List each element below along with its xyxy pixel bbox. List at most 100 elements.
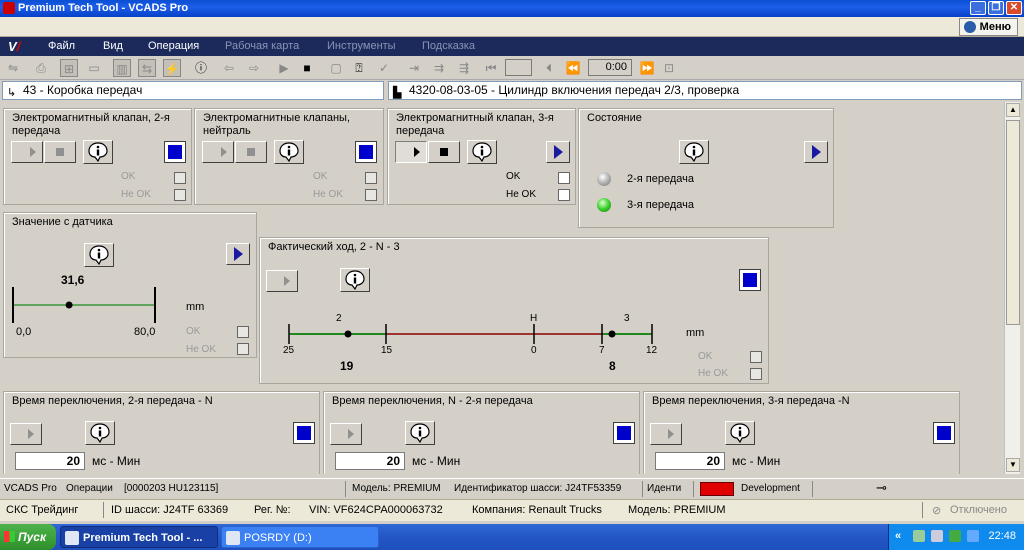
time-unit: мс - Мин <box>732 454 781 468</box>
start-button[interactable] <box>202 141 234 163</box>
prev-icon[interactable]: ⏴ <box>540 59 558 77</box>
function-group-field[interactable]: ↳ 43 - Коробка передач <box>2 81 384 100</box>
gear3-led <box>597 198 611 212</box>
chart-icon[interactable]: ▥ <box>113 59 131 77</box>
menu-view[interactable]: Вид <box>103 40 123 52</box>
tray-usb-icon[interactable] <box>967 530 979 542</box>
scroll-down-icon[interactable]: ▼ <box>1006 458 1020 472</box>
not-ok-checkbox[interactable] <box>237 343 249 355</box>
panel-valve-2nd-gear: Электромагнитный клапан, 2-я передача OK… <box>3 108 192 205</box>
close-button[interactable]: ✕ <box>1006 1 1022 15</box>
status-indicator <box>293 422 315 444</box>
start-button[interactable]: Пуск <box>0 524 56 550</box>
start-button[interactable] <box>266 270 298 292</box>
stop-button[interactable] <box>428 141 460 163</box>
chart-small-icon: ▙ <box>393 87 402 99</box>
print-icon[interactable]: ⎙ <box>32 59 50 77</box>
vertical-scrollbar[interactable]: ▲ ▼ <box>1004 102 1020 474</box>
not-ok-checkbox[interactable] <box>750 368 762 380</box>
taskbar-item-premium-tech-tool[interactable]: Premium Tech Tool - ... <box>60 526 218 548</box>
run-button[interactable] <box>804 141 828 163</box>
stop-icon[interactable]: ■ <box>298 59 316 77</box>
info-icon[interactable]: ⓘ <box>192 59 210 77</box>
info-button[interactable] <box>467 140 497 164</box>
panel-title: Значение с датчика <box>12 216 113 228</box>
start-button[interactable] <box>650 423 682 445</box>
task-label: POSRDY (D:) <box>244 532 312 544</box>
reg-number: Рег. №: <box>254 504 291 516</box>
swap-icon[interactable]: ⇆ <box>138 59 156 77</box>
window-title-bar[interactable]: Premium Tech Tool - VCADS Pro _ ❐ ✕ <box>0 0 1024 17</box>
start-button[interactable] <box>10 423 42 445</box>
info-button[interactable] <box>405 421 435 445</box>
flash-icon[interactable]: ⚡ <box>163 59 181 77</box>
info-button[interactable] <box>274 140 304 164</box>
ok-checkbox[interactable] <box>558 172 570 184</box>
tree-view-icon[interactable]: ⊞ <box>60 59 78 77</box>
restore-button[interactable]: ❐ <box>988 1 1004 15</box>
minimize-button[interactable]: _ <box>970 1 986 15</box>
min-time-input[interactable]: 20 <box>15 452 85 470</box>
info-button[interactable] <box>83 140 113 164</box>
info-button[interactable] <box>84 243 114 267</box>
fast-forward-icon[interactable]: ⏩ <box>638 59 656 77</box>
min-time-input[interactable]: 20 <box>335 452 405 470</box>
step-icon[interactable]: ⇥ <box>405 59 423 77</box>
panel-title: Время переключения, N - 2-я передача <box>332 395 533 407</box>
not-ok-checkbox[interactable] <box>558 189 570 201</box>
menu-tools[interactable]: Инструменты <box>327 40 396 52</box>
ok-checkbox[interactable] <box>365 172 377 184</box>
operation-field[interactable]: ▙ 4320-08-03-05 - Цилиндр включения пере… <box>388 81 1022 100</box>
play-icon[interactable]: ▶ <box>275 59 293 77</box>
menu-file[interactable]: Файл <box>48 40 75 52</box>
check-icon[interactable]: ✓ <box>375 59 393 77</box>
forward-icon[interactable]: ⇨ <box>245 59 263 77</box>
stop-button[interactable] <box>235 141 267 163</box>
menu-operation[interactable]: Операция <box>148 40 199 52</box>
panel-title: Электромагнитный клапан, 3-я передача <box>396 112 554 137</box>
time-unit: мс - Мин <box>412 454 461 468</box>
start-button[interactable] <box>11 141 43 163</box>
run-button[interactable] <box>546 141 570 163</box>
run-button[interactable] <box>226 243 250 265</box>
ok-checkbox[interactable] <box>750 351 762 363</box>
taskbar-item-drive[interactable]: POSRDY (D:) <box>221 526 379 548</box>
not-ok-checkbox[interactable] <box>174 189 186 201</box>
tray-network-icon[interactable] <box>913 530 925 542</box>
info-button[interactable] <box>340 268 370 292</box>
ok-checkbox[interactable] <box>237 326 249 338</box>
step2-icon[interactable]: ⇉ <box>430 59 448 77</box>
info-button[interactable] <box>725 421 755 445</box>
ok-label: OK <box>121 171 136 182</box>
tray-monitor-icon[interactable] <box>931 530 943 542</box>
stroke-gauge <box>288 324 653 344</box>
ok-checkbox[interactable] <box>174 172 186 184</box>
start-button[interactable] <box>395 141 427 163</box>
info-button[interactable] <box>679 140 709 164</box>
folder-icon[interactable]: ▭ <box>85 59 103 77</box>
tray-expand-icon[interactable]: « <box>895 530 907 542</box>
menu-help[interactable]: Подсказка <box>422 40 475 52</box>
info-button[interactable] <box>85 421 115 445</box>
first-icon[interactable]: ⏮ <box>482 59 500 77</box>
not-ok-checkbox[interactable] <box>365 189 377 201</box>
menu-worksheet[interactable]: Рабочая карта <box>225 40 299 52</box>
step3-icon[interactable]: ⇶ <box>455 59 473 77</box>
panel-shift-time-n-2: Время переключения, N - 2-я передача 20 … <box>323 391 640 474</box>
connect-icon[interactable]: ⇋ <box>4 59 22 77</box>
menu-button[interactable]: Меню <box>958 18 1018 36</box>
min-time-input[interactable]: 20 <box>655 452 725 470</box>
help-bubble-icon[interactable]: ⍰ <box>350 59 368 77</box>
start-button[interactable] <box>330 423 362 445</box>
back-icon[interactable]: ⇦ <box>220 59 238 77</box>
app-task-icon <box>65 531 79 545</box>
tray-app-icon[interactable] <box>949 530 961 542</box>
capture-icon[interactable]: ▢ <box>327 59 345 77</box>
playback-field[interactable] <box>505 59 532 76</box>
record-icon[interactable]: ⊡ <box>660 59 678 77</box>
stop-button[interactable] <box>44 141 76 163</box>
gear3-position-marker <box>608 330 616 338</box>
scroll-up-icon[interactable]: ▲ <box>1006 103 1020 117</box>
rewind-icon[interactable]: ⏪ <box>564 59 582 77</box>
scroll-thumb[interactable] <box>1006 120 1020 325</box>
